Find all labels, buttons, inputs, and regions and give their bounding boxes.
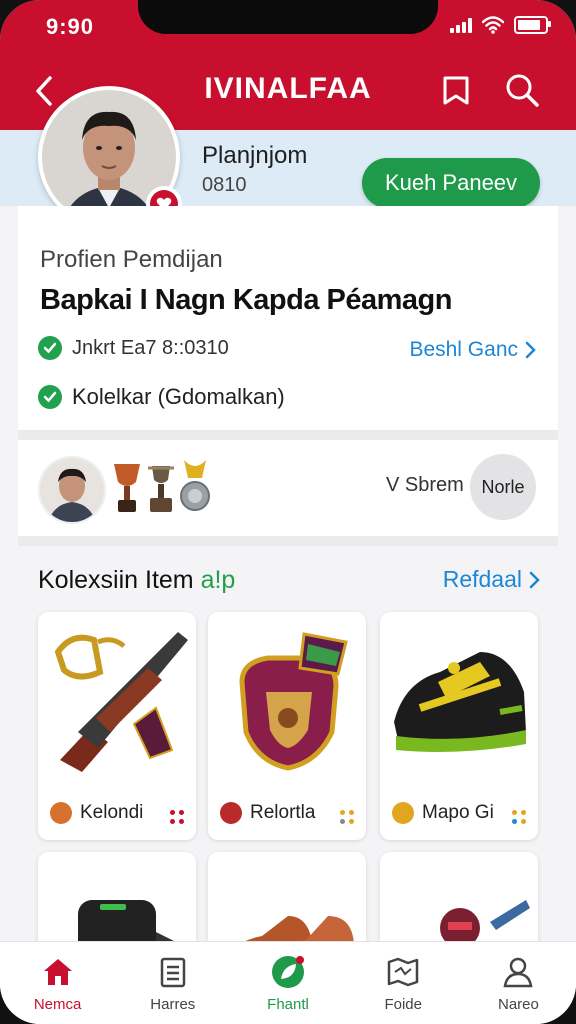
map-icon <box>387 957 419 986</box>
more-dots-icon[interactable] <box>340 810 354 824</box>
more-dots-icon[interactable] <box>170 810 184 824</box>
primary-action-button[interactable]: Kueh Paneev <box>362 158 540 208</box>
person-photo-icon <box>40 458 104 522</box>
nav-map[interactable]: Foide <box>346 942 461 1024</box>
nav-profile[interactable]: Nareo <box>461 942 576 1024</box>
info-row-link[interactable]: Beshl Ganc <box>409 338 536 362</box>
collection-item[interactable]: Mapo Gi <box>380 612 538 840</box>
nav-center[interactable]: Fhantl <box>230 942 345 1024</box>
user-icon <box>503 957 533 987</box>
nav-list-label: Harres <box>150 995 196 1013</box>
trophy-icon <box>148 466 174 512</box>
home-icon <box>43 958 72 985</box>
more-button[interactable]: Norle <box>470 454 536 520</box>
nav-list[interactable]: Harres <box>115 942 230 1024</box>
divider <box>18 536 558 546</box>
rifle-icon <box>54 632 188 772</box>
item-name: Relortla <box>250 802 316 823</box>
leaf-icon <box>272 955 304 988</box>
bookmark-icon[interactable] <box>438 72 474 108</box>
info-row-id-text: Jnkrt Ea7 8::0310 <box>72 336 229 359</box>
search-icon[interactable] <box>504 72 540 108</box>
bottom-navigation: Nemca Harres Fhantl Foide Nareo <box>0 941 576 1024</box>
chevron-right-icon <box>525 341 536 359</box>
collection-title-main: Kolexsiin Item <box>38 566 194 594</box>
check-icon <box>38 385 62 409</box>
nav-profile-label: Nareo <box>497 995 539 1013</box>
collection-item[interactable]: Kelondi <box>38 612 196 840</box>
collection-item[interactable]: Relortla <box>208 612 366 840</box>
sneaker-icon <box>394 652 526 752</box>
achievements-row: V Sbrem Norle <box>18 440 558 536</box>
section-label: Profien Pemdijan <box>40 246 223 273</box>
app-screen: 9:90 IVINALFAA Planjnjom 0810 Kueh Panee… <box>0 0 576 1024</box>
profile-name: Planjnjom <box>202 142 308 169</box>
nav-home[interactable]: Nemca <box>0 942 115 1024</box>
clipboard-icon <box>160 957 186 987</box>
nav-center-label: Fhantl <box>267 995 309 1013</box>
battery-icon <box>514 16 551 34</box>
friends-count: V Sbrem <box>386 474 464 496</box>
collection-title-accent: a!p <box>200 566 236 594</box>
coin-icon <box>392 802 414 824</box>
coin-icon <box>220 802 242 824</box>
item-label-row: Mapo Gi <box>392 802 494 824</box>
status-time: 9:90 <box>46 14 95 39</box>
coin-icon <box>50 802 72 824</box>
chevron-right-icon <box>529 571 540 588</box>
check-icon <box>38 336 62 360</box>
collection-link-label: Refdaal <box>442 566 522 592</box>
info-row-collector: Kolelkar (Gdomalkan) <box>38 384 285 410</box>
item-label-row: Relortla <box>220 802 315 824</box>
collection-title: Kolexsiin Item a!p <box>38 566 235 595</box>
info-row-collector-text: Kolelkar (Gdomalkan) <box>72 384 285 409</box>
item-name: Mapo Gi <box>422 802 494 823</box>
more-dots-icon[interactable] <box>512 810 526 824</box>
friend-avatar[interactable] <box>38 456 106 524</box>
status-icons <box>450 16 551 34</box>
profile-info-card: Profien Pemdijan Bapkai I Nagn Kapda Péa… <box>18 206 558 430</box>
medal-icon <box>180 460 210 511</box>
info-row-id: Jnkrt Ea7 8::0310 <box>38 336 229 360</box>
collection-see-all-link[interactable]: Refdaal <box>443 566 540 593</box>
wifi-icon <box>482 16 504 34</box>
section-title: Bapkai I Nagn Kapda Péamagn <box>40 284 452 316</box>
device-notch <box>138 0 438 34</box>
profile-id: 0810 <box>202 174 247 196</box>
nav-home-label: Nemca <box>33 995 82 1013</box>
item-label-row: Kelondi <box>50 802 143 824</box>
trophy-icon <box>114 464 140 512</box>
item-name: Kelondi <box>80 802 144 823</box>
signal-icon <box>450 17 472 33</box>
info-row-link-label: Beshl Ganc <box>409 338 518 361</box>
nav-map-label: Foide <box>384 995 422 1013</box>
divider <box>18 430 558 440</box>
shield-icon <box>239 632 348 771</box>
